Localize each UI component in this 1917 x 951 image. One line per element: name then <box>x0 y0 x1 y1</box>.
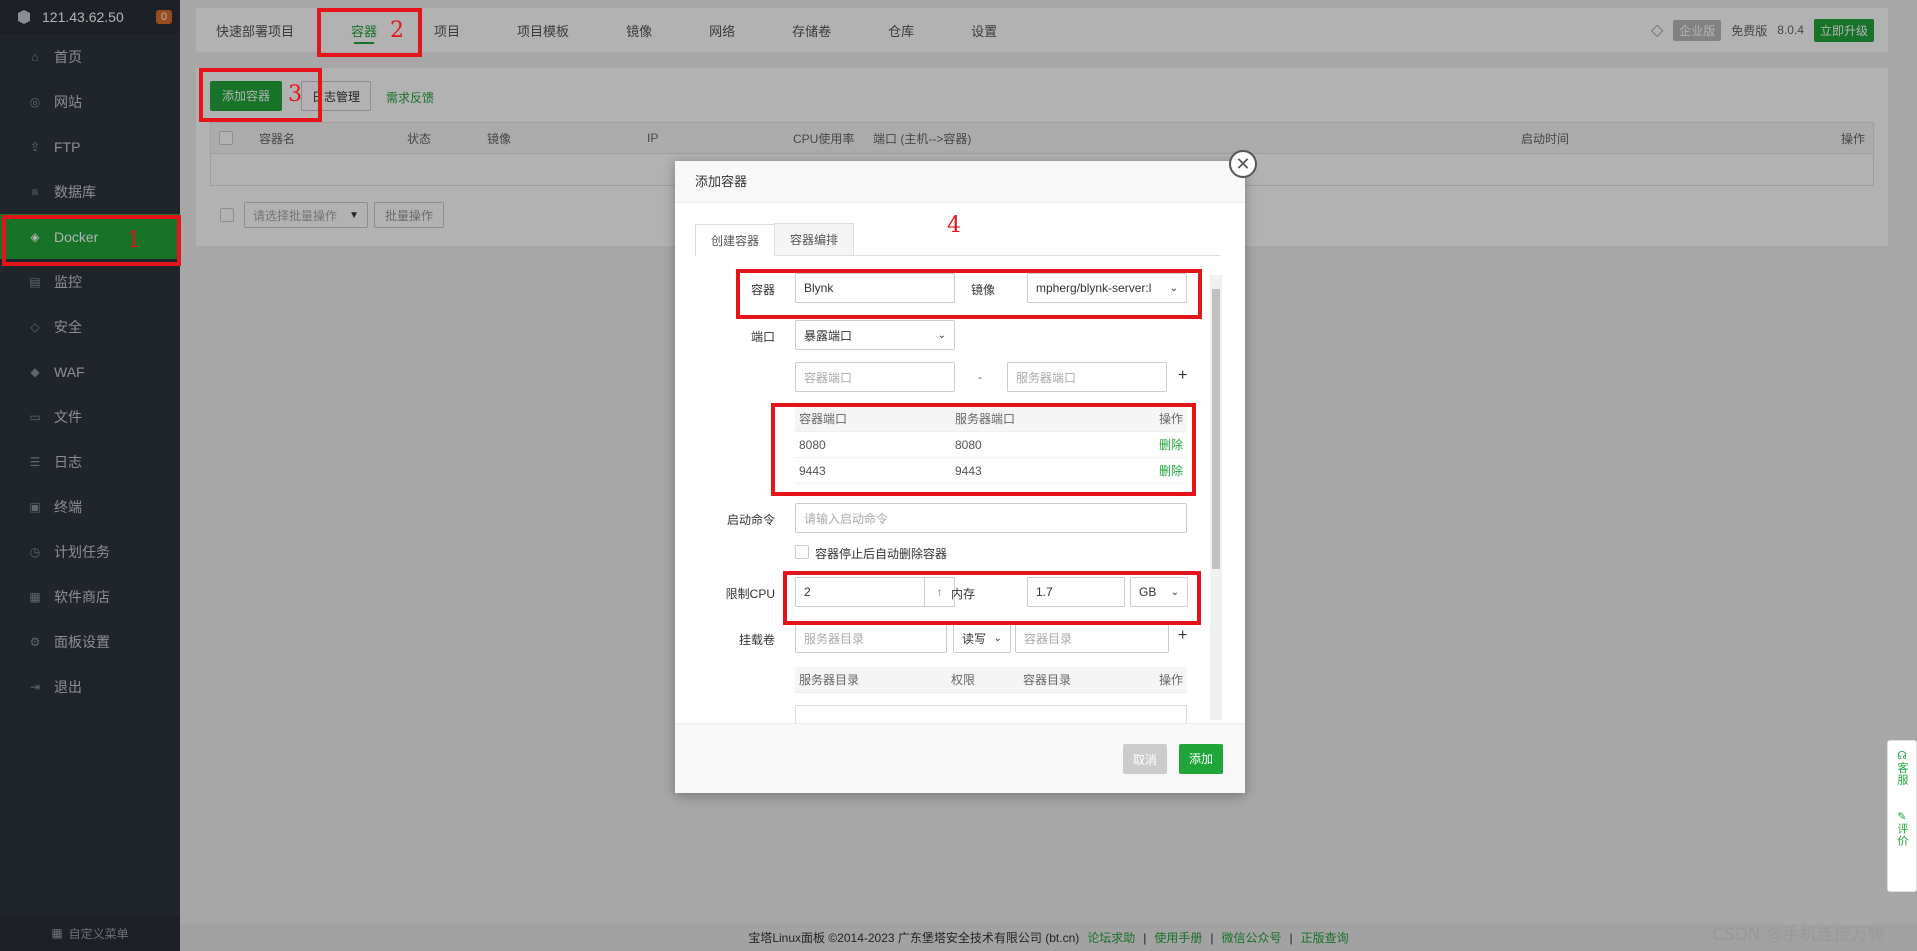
annotation-box-docker <box>2 215 181 266</box>
customer-service-button[interactable]: ☊ 客服 <box>1894 749 1910 786</box>
volume-mode-select[interactable]: 读写 ⌄ <box>953 623 1011 653</box>
annotation-1: 1 <box>127 228 141 253</box>
customer-service-label: 客服 <box>1896 762 1908 786</box>
volume-server-dir-placeholder: 服务器目录 <box>804 631 865 646</box>
volume-table: 服务器目录 权限 容器目录 操作 <box>795 667 1187 723</box>
annotation-box-name-image <box>736 269 1202 319</box>
close-icon[interactable]: ✕ <box>1229 150 1257 178</box>
watermark: CSDN @手机连接万物 <box>1712 925 1885 945</box>
side-float-panel: ☊ 客服 ✎ 评价 <box>1887 740 1917 892</box>
autoremove-checkbox[interactable] <box>795 545 809 559</box>
annotation-4: 4 <box>947 213 961 238</box>
headset-icon: ☊ <box>1897 750 1907 762</box>
server-port-placeholder: 服务器端口 <box>1016 370 1077 385</box>
start-command-input[interactable]: 请输入启动命令 <box>795 503 1187 533</box>
dialog-footer: 取消 添加 <box>675 723 1245 793</box>
add-button[interactable]: 添加 <box>1179 744 1224 774</box>
volume-table-row <box>795 705 1187 723</box>
vol-th-perm: 权限 <box>951 673 976 687</box>
annotation-box-add-container <box>199 68 322 122</box>
volume-container-dir-input[interactable]: 容器目录 <box>1015 623 1169 653</box>
server-port-input[interactable]: 服务器端口 <box>1007 362 1167 392</box>
annotation-box-cpu-mem <box>783 571 1201 625</box>
cmd-label: 启动命令 <box>726 513 775 527</box>
vol-th-container: 容器目录 <box>1023 673 1072 687</box>
container-port-placeholder: 容器端口 <box>804 370 853 385</box>
annotation-box-container-tab <box>317 8 422 57</box>
vol-th-action: 操作 <box>1158 673 1183 687</box>
volume-label: 挂载卷 <box>738 633 775 647</box>
vol-th-server: 服务器目录 <box>799 673 860 687</box>
volume-server-dir-input[interactable]: 服务器目录 <box>795 623 947 653</box>
dialog-form: 容器 Blynk 镜像 mpherg/blynk-server:l ⌄ 端口 暴… <box>675 271 1245 723</box>
volume-table-header: 服务器目录 权限 容器目录 操作 <box>795 667 1187 693</box>
chevron-down-icon: ⌄ <box>993 632 1002 644</box>
dialog-scrollbar[interactable] <box>1210 275 1222 720</box>
autoremove-label: 容器停止后自动删除容器 <box>815 547 948 561</box>
add-port-icon[interactable]: + <box>1178 367 1187 385</box>
tab-compose[interactable]: 容器编排 <box>774 223 855 255</box>
port-label: 端口 <box>750 330 775 344</box>
volume-mode-value: 读写 <box>962 631 987 646</box>
scrollbar-thumb[interactable] <box>1212 289 1220 569</box>
rate-label: 评价 <box>1896 823 1908 847</box>
port-mode-select[interactable]: 暴露端口 ⌄ <box>795 320 955 350</box>
container-port-input[interactable]: 容器端口 <box>795 362 955 392</box>
rate-button[interactable]: ✎ 评价 <box>1894 810 1910 847</box>
port-dash: - <box>978 370 982 384</box>
port-mode-value: 暴露端口 <box>804 328 853 343</box>
annotation-box-ports <box>771 403 1196 496</box>
start-command-placeholder: 请输入启动命令 <box>804 511 889 526</box>
annotation-3: 3 <box>288 82 302 107</box>
chevron-down-icon: ⌄ <box>937 329 946 341</box>
add-volume-icon[interactable]: + <box>1178 627 1187 645</box>
edit-icon: ✎ <box>1897 811 1907 823</box>
annotation-2: 2 <box>390 18 404 43</box>
volume-container-dir-placeholder: 容器目录 <box>1024 631 1073 646</box>
tab-create-container[interactable]: 创建容器 <box>695 224 776 256</box>
dialog-title: 添加容器 <box>675 161 1245 203</box>
cpu-label: 限制CPU <box>725 587 775 601</box>
cancel-button[interactable]: 取消 <box>1123 744 1168 774</box>
